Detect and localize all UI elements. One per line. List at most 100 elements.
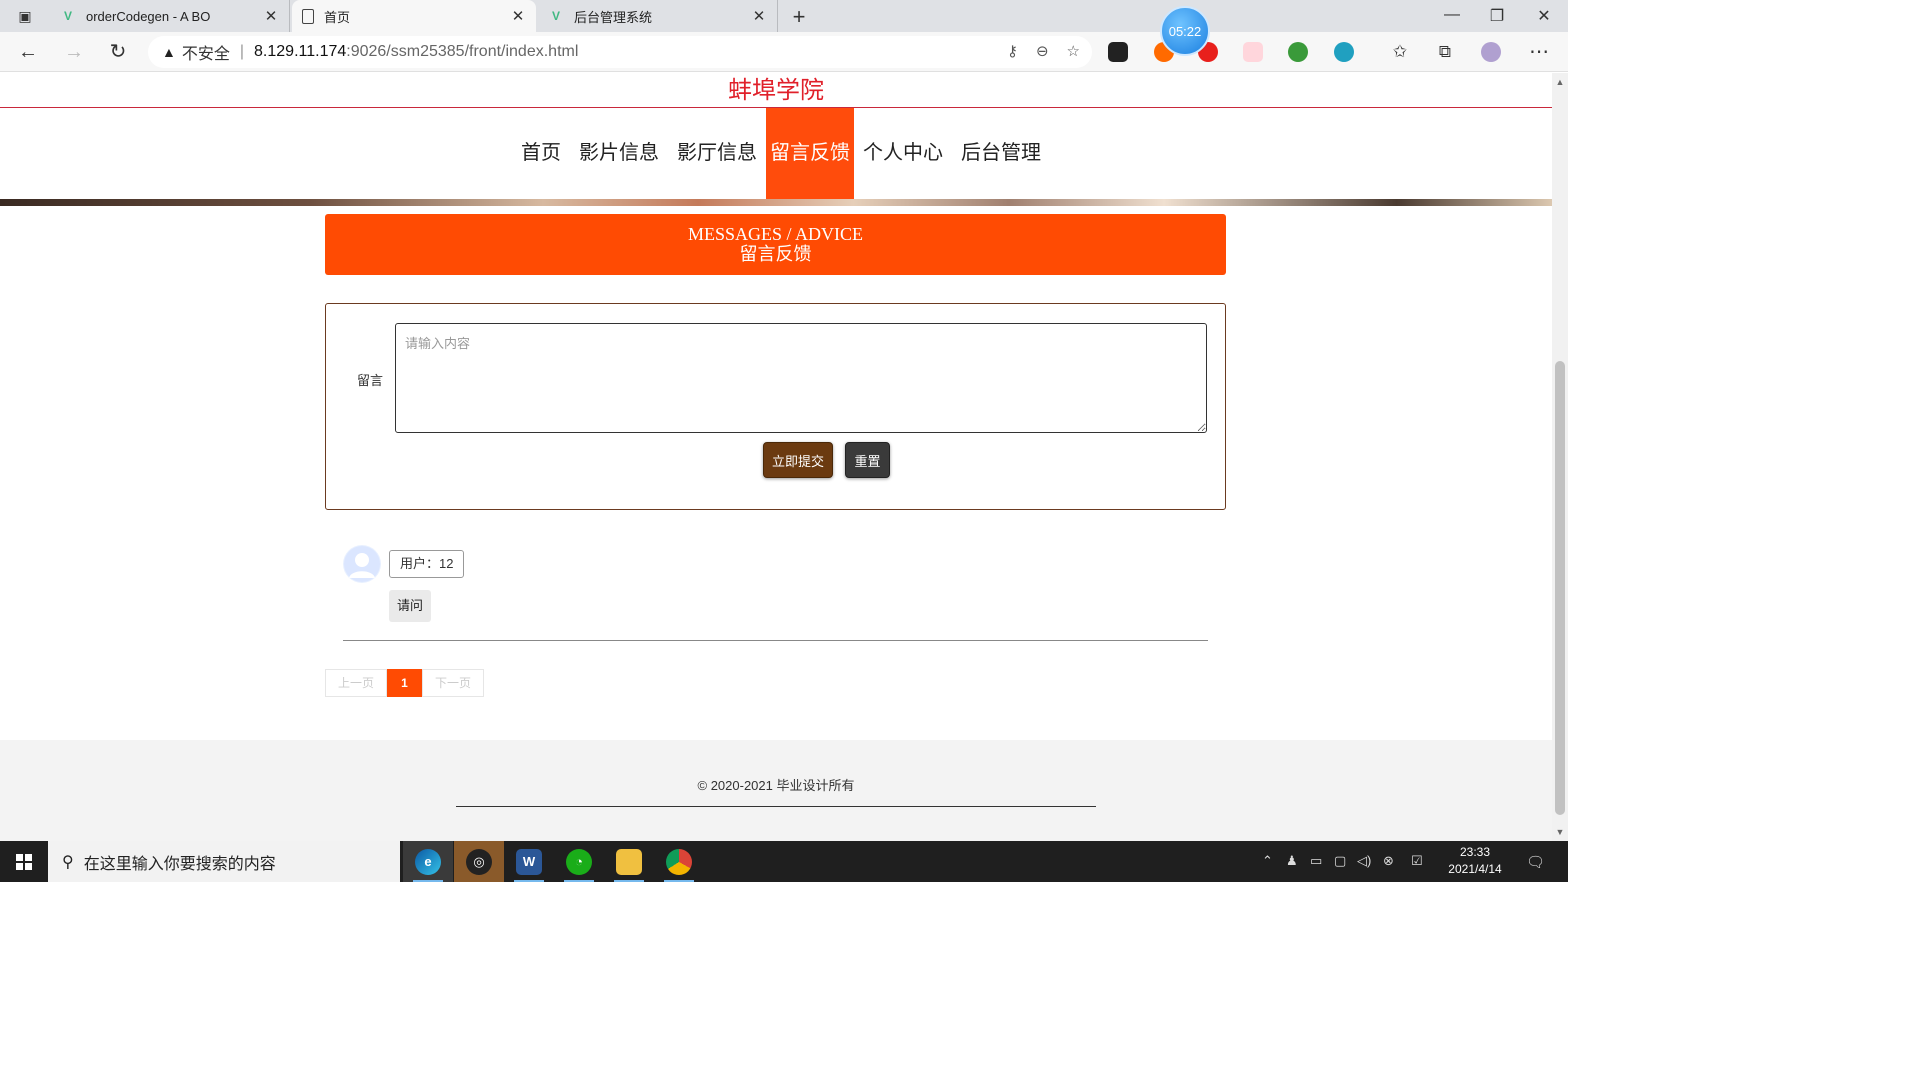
refresh-icon[interactable]: ↻ — [106, 40, 130, 64]
game-icon: ◎ — [466, 848, 492, 875]
timer-badge: 05:22 — [1160, 6, 1210, 56]
close-circle-icon[interactable]: ⊗ — [1383, 853, 1394, 869]
avatar — [343, 545, 381, 583]
new-tab-button[interactable]: + — [786, 4, 812, 30]
page-icon — [302, 8, 314, 24]
more-icon[interactable]: ⋯ — [1527, 40, 1551, 64]
message-textarea[interactable] — [395, 323, 1207, 433]
vertical-scrollbar[interactable]: ▲ ▼ — [1552, 73, 1568, 841]
search-placeholder: 在这里输入你要搜索的内容 — [83, 855, 276, 873]
browser-tab-bar: ▣ V orderCodegen - A BO ✕ 首页 ✕ V 后台管理系统 … — [0, 0, 1568, 32]
favorites-icon[interactable]: ✩ — [1388, 40, 1412, 64]
checkbox-icon[interactable]: ☑ — [1411, 853, 1423, 869]
volume-icon[interactable]: ◁) — [1357, 853, 1371, 869]
vue-icon: V — [551, 9, 560, 23]
nav-item[interactable]: 影片信息 — [570, 108, 668, 199]
clock-time: 23:33 — [1459, 845, 1491, 859]
reset-button[interactable]: 重置 — [845, 442, 890, 478]
restore-icon[interactable]: ❐ — [1485, 6, 1509, 26]
browser-tab-3[interactable]: V 后台管理系统 ✕ — [538, 0, 778, 32]
tab-title: 首页 — [324, 9, 351, 25]
extension-icon[interactable] — [1334, 42, 1354, 62]
section-title-cn: 留言反馈 — [739, 244, 812, 264]
add-favorite-icon[interactable]: ☆ — [1067, 42, 1080, 60]
section-title-en: MESSAGES / ADVICE — [687, 224, 864, 244]
folder-icon — [616, 848, 642, 875]
taskbar-search[interactable]: ⚲ 在这里输入你要搜索的内容 — [48, 841, 400, 882]
browser-tab-2[interactable]: 首页 ✕ — [292, 0, 536, 32]
chrome-app-icon[interactable] — [654, 841, 704, 882]
extension-icon[interactable] — [1243, 42, 1263, 62]
prev-page-button[interactable]: 上一页 — [325, 669, 387, 697]
close-icon[interactable]: ✕ — [510, 7, 526, 25]
tray-expand-icon[interactable]: ⌃ — [1262, 853, 1273, 869]
tab-title: orderCodegen - A BO — [86, 8, 211, 24]
nav-item[interactable]: 留言反馈 — [766, 108, 854, 199]
separator: | — [239, 43, 245, 60]
close-window-icon[interactable]: ✕ — [1532, 6, 1556, 26]
forward-icon[interactable]: → — [62, 40, 86, 64]
word-icon: W — [516, 848, 542, 875]
browser-tab-1[interactable]: V orderCodegen - A BO ✕ — [50, 0, 290, 32]
footer-divider — [456, 806, 1096, 807]
nav-item[interactable]: 首页 — [512, 108, 570, 199]
message-content: 请问 — [389, 590, 432, 622]
scroll-up-icon[interactable]: ▲ — [1555, 77, 1565, 87]
divider — [343, 640, 1208, 641]
tab-actions-icon[interactable]: ▣ — [8, 6, 42, 26]
nav-item[interactable]: 个人中心 — [854, 108, 952, 199]
collections-icon[interactable]: ⧉ — [1433, 40, 1457, 64]
word-app-icon[interactable]: W — [504, 841, 554, 882]
close-icon[interactable]: ✕ — [263, 7, 279, 25]
url-field[interactable]: ▲ 不安全 | 8.129.11.174 :9026/ssm25385/fron… — [148, 36, 1092, 68]
extension-icon[interactable] — [1288, 42, 1308, 62]
site-title: 蚌埠学院 — [0, 73, 1552, 108]
message-label: 留言 — [357, 373, 384, 388]
current-page-button[interactable]: 1 — [387, 669, 422, 697]
wechat-icon: ◔ — [566, 848, 592, 875]
page-viewport: 蚌埠学院 首页 影片信息 影厅信息 留言反馈 个人中心 后台管理 MESSAGES / A… — [0, 73, 1552, 841]
security-label: 不安全 — [181, 46, 230, 63]
taskbar: ⚲ 在这里输入你要搜索的内容 e ◎ W ◔ ⌃ ♟ ▭ ▢ ◁) ⊗ ☑ 23… — [0, 841, 1568, 882]
edge-app-icon[interactable]: e — [403, 841, 453, 882]
wechat-app-icon[interactable]: ◔ — [554, 841, 604, 882]
next-page-button[interactable]: 下一页 — [422, 669, 484, 697]
start-button[interactable] — [0, 841, 48, 882]
copyright-text: © 2020-2021 毕业设计所有 — [697, 778, 855, 793]
clock-date: 2021/4/14 — [1448, 862, 1502, 876]
pagination: 上一页 1 下一页 — [325, 669, 484, 697]
notification-icon[interactable]: 🗨 — [1526, 853, 1545, 871]
taskbar-clock[interactable]: 23:33 2021/4/14 — [1440, 844, 1510, 878]
url-host: 8.129.11.174 — [254, 43, 347, 60]
key-icon[interactable]: ⚷ — [1007, 42, 1018, 60]
banner-image-strip — [0, 199, 1552, 206]
nav-item[interactable]: 影厅信息 — [668, 108, 766, 199]
scroll-down-icon[interactable]: ▼ — [1555, 827, 1565, 837]
close-icon[interactable]: ✕ — [751, 7, 767, 25]
minimize-icon[interactable]: — — [1440, 6, 1464, 24]
vue-icon: V — [63, 9, 72, 23]
zoom-out-icon[interactable]: ⊖ — [1036, 42, 1049, 60]
message-form: 留言 立即提交 重置 — [325, 303, 1226, 510]
warning-icon: ▲ — [162, 44, 176, 60]
message-username: 用户：12 — [389, 550, 465, 578]
nav-item[interactable]: 后台管理 — [952, 108, 1050, 199]
edge-icon: e — [415, 848, 441, 875]
submit-button[interactable]: 立即提交 — [763, 442, 833, 478]
app-icon[interactable]: ◎ — [454, 841, 504, 882]
profile-avatar[interactable] — [1481, 42, 1501, 62]
extension-icon[interactable] — [1108, 42, 1128, 62]
windows-icon — [16, 853, 32, 870]
url-path: :9026/ssm25385/front/index.html — [346, 43, 579, 60]
tab-title: 后台管理系统 — [574, 9, 653, 25]
qq-icon[interactable]: ♟ — [1286, 853, 1298, 869]
scrollbar-thumb[interactable] — [1555, 361, 1565, 815]
section-header: MESSAGES / ADVICE 留言反馈 — [325, 214, 1226, 275]
main-nav: 首页 影片信息 影厅信息 留言反馈 个人中心 后台管理 — [0, 108, 1552, 199]
network-icon[interactable]: ▢ — [1334, 853, 1346, 869]
back-icon[interactable]: ← — [16, 40, 40, 64]
footer: © 2020-2021 毕业设计所有 — [0, 740, 1552, 841]
explorer-app-icon[interactable] — [604, 841, 654, 882]
battery-icon[interactable]: ▭ — [1310, 853, 1322, 869]
chrome-icon — [666, 848, 692, 875]
